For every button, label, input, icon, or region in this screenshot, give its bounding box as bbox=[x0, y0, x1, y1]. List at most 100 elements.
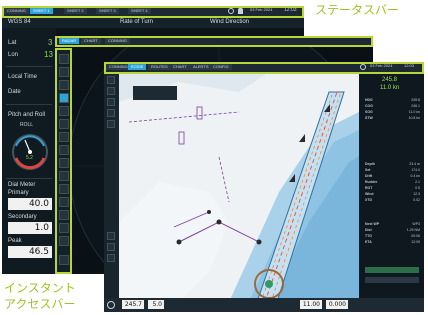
ecdis-status-bar: CONNING ECDIS ROUTES CHART ALERTS CONFIG… bbox=[104, 62, 424, 72]
tab-chart[interactable]: CHART bbox=[81, 37, 101, 44]
route-icon[interactable] bbox=[59, 184, 69, 194]
wind-direction-label: Wind Direction bbox=[210, 19, 250, 25]
brilliance-icon[interactable] bbox=[59, 236, 69, 246]
secondary-label: Secondary bbox=[8, 214, 37, 220]
primary-label: Primary bbox=[8, 190, 29, 196]
instant-access-bar-callout-line-1: インスタント bbox=[4, 281, 76, 295]
status-bar: CONNING SHEET 1 SHEET 2 SHEET 3 SHEET 4 … bbox=[2, 6, 304, 16]
cursor-icon[interactable] bbox=[107, 232, 115, 240]
vrm-icon[interactable] bbox=[59, 132, 69, 142]
tab-sheet-2[interactable]: SHEET 2 bbox=[64, 7, 87, 14]
dial-meter-label: Dial Meter bbox=[8, 182, 36, 188]
ecdis-display: CONNING ECDIS ROUTES CHART ALERTS CONFIG… bbox=[104, 62, 424, 312]
settings-icon[interactable] bbox=[107, 254, 115, 262]
status-row: ETA 12:09 bbox=[365, 240, 420, 244]
tab-radar[interactable]: RADAR bbox=[59, 37, 80, 44]
status-row: COG 246.1 bbox=[365, 104, 420, 108]
display-icon[interactable] bbox=[59, 223, 69, 233]
tab-sheet-1[interactable]: SHEET 1 bbox=[30, 7, 53, 14]
secondary-value: 1.0 bbox=[8, 222, 52, 234]
roll-value: 5.2 bbox=[26, 155, 33, 161]
ecdis-status-date: 03 Feb 2024 bbox=[370, 63, 393, 68]
tab-routes[interactable]: ROUTES bbox=[148, 63, 171, 70]
lat-label: Lat bbox=[8, 40, 17, 46]
clock-icon bbox=[360, 64, 366, 70]
layers-icon[interactable] bbox=[59, 80, 69, 90]
ecdis-bottom-bar: 245.7 5.0 11.00 0.000 bbox=[104, 298, 424, 312]
divider bbox=[6, 104, 52, 105]
zoom-out-icon[interactable] bbox=[59, 171, 69, 181]
notification-icon[interactable] bbox=[238, 8, 243, 14]
tab-sheet-3[interactable]: SHEET 3 bbox=[96, 7, 119, 14]
divider bbox=[6, 66, 52, 67]
local-time-label: Local Time bbox=[8, 74, 38, 80]
speed-readout: 11.00 bbox=[300, 300, 322, 309]
instant-access-bar-callout-line-2: アクセスバー bbox=[4, 297, 76, 311]
ebl-icon[interactable] bbox=[59, 119, 69, 129]
home-icon[interactable] bbox=[59, 67, 69, 77]
menu-icon[interactable] bbox=[107, 76, 115, 84]
primary-value: 40.0 bbox=[8, 198, 52, 210]
status-row: Wind 12.3 bbox=[365, 192, 420, 196]
status-row: XTD 0.02 bbox=[365, 198, 420, 202]
status-row: TTG 00:06 bbox=[365, 234, 420, 238]
position-panel: Lat 3 Lon 13 Local Time Date Pitch and R… bbox=[2, 28, 56, 274]
peak-label: Peak bbox=[8, 238, 22, 244]
rate-of-turn-label: Rate of Turn bbox=[120, 19, 154, 25]
tab-sheet-4[interactable]: SHEET 4 bbox=[128, 7, 151, 14]
tab-conning-mid[interactable]: CONNING bbox=[105, 37, 130, 44]
range-icon[interactable] bbox=[59, 106, 69, 116]
zoom-in-icon[interactable] bbox=[59, 158, 69, 168]
lon-value: 13 bbox=[44, 50, 53, 59]
speed-value: 11.0 kn bbox=[380, 85, 400, 91]
radar-toolbar: RADAR CHART CONNING bbox=[55, 36, 373, 45]
instant-access-bar bbox=[57, 50, 71, 272]
lon-label: Lon bbox=[8, 52, 19, 58]
status-row: Rudder 2.1 bbox=[365, 180, 420, 184]
status-date: 03 Feb 2024 bbox=[250, 7, 273, 12]
ecdis-status-time: 12:03 bbox=[404, 63, 415, 68]
status-row: Dist 1.25 NM bbox=[365, 228, 420, 232]
rudder-readout: 5.0 bbox=[148, 300, 164, 309]
layers-icon[interactable] bbox=[107, 87, 115, 95]
ruler-icon[interactable] bbox=[107, 243, 115, 251]
zoom-out-icon[interactable] bbox=[107, 120, 115, 128]
settings-icon[interactable] bbox=[59, 210, 69, 220]
tab-alerts[interactable]: ALERTS bbox=[190, 63, 212, 70]
panel-button[interactable] bbox=[365, 267, 419, 273]
peak-value: 46.5 bbox=[8, 246, 52, 258]
tab-conning[interactable]: CONNING bbox=[4, 7, 29, 14]
status-row: Set 174.0 bbox=[365, 168, 420, 172]
lat-value: 3 bbox=[48, 38, 53, 47]
status-time: 12:03 bbox=[284, 7, 297, 13]
status-bar-callout: ステータスバー bbox=[315, 3, 400, 17]
roll-gauge bbox=[12, 134, 48, 170]
alert-icon[interactable] bbox=[59, 197, 69, 207]
zoom-in-icon[interactable] bbox=[107, 109, 115, 117]
pitch-roll-label: Pitch and Roll bbox=[8, 112, 46, 118]
distance-readout: 0.000 bbox=[326, 300, 348, 309]
status-row: Depth 23.4 m bbox=[365, 162, 420, 166]
nautical-chart[interactable] bbox=[119, 72, 359, 302]
ship-status-panel: 245.8 11.0 kn HDG 245.8 COG 246.1 SOG 11.0 … bbox=[360, 72, 424, 298]
status-row: STW 10.8 kn bbox=[365, 116, 420, 120]
tab-ecdis[interactable]: ECDIS bbox=[128, 63, 147, 70]
heading-readout: 245.7 bbox=[122, 300, 144, 309]
panel-header-row: WGS 84 Rate of Turn Wind Direction bbox=[2, 16, 304, 28]
status-row: Next WP WP3 bbox=[365, 222, 420, 226]
date-label: Date bbox=[8, 89, 21, 95]
status-row: SOG 11.0 kn bbox=[365, 110, 420, 114]
tab-chart-front[interactable]: CHART bbox=[170, 63, 190, 70]
tab-config[interactable]: CONFIG bbox=[210, 63, 232, 70]
clock-icon bbox=[228, 8, 234, 14]
power-icon[interactable] bbox=[59, 255, 69, 265]
status-row: ROT 0.5 bbox=[365, 186, 420, 190]
route-icon[interactable] bbox=[107, 98, 115, 106]
panel-button[interactable] bbox=[365, 277, 419, 283]
menu-icon[interactable] bbox=[59, 54, 69, 64]
cursor-icon[interactable] bbox=[59, 145, 69, 155]
divider bbox=[6, 178, 52, 179]
status-row: HDG 245.8 bbox=[365, 98, 420, 102]
target-icon[interactable] bbox=[59, 93, 69, 103]
power-icon[interactable] bbox=[107, 301, 115, 309]
